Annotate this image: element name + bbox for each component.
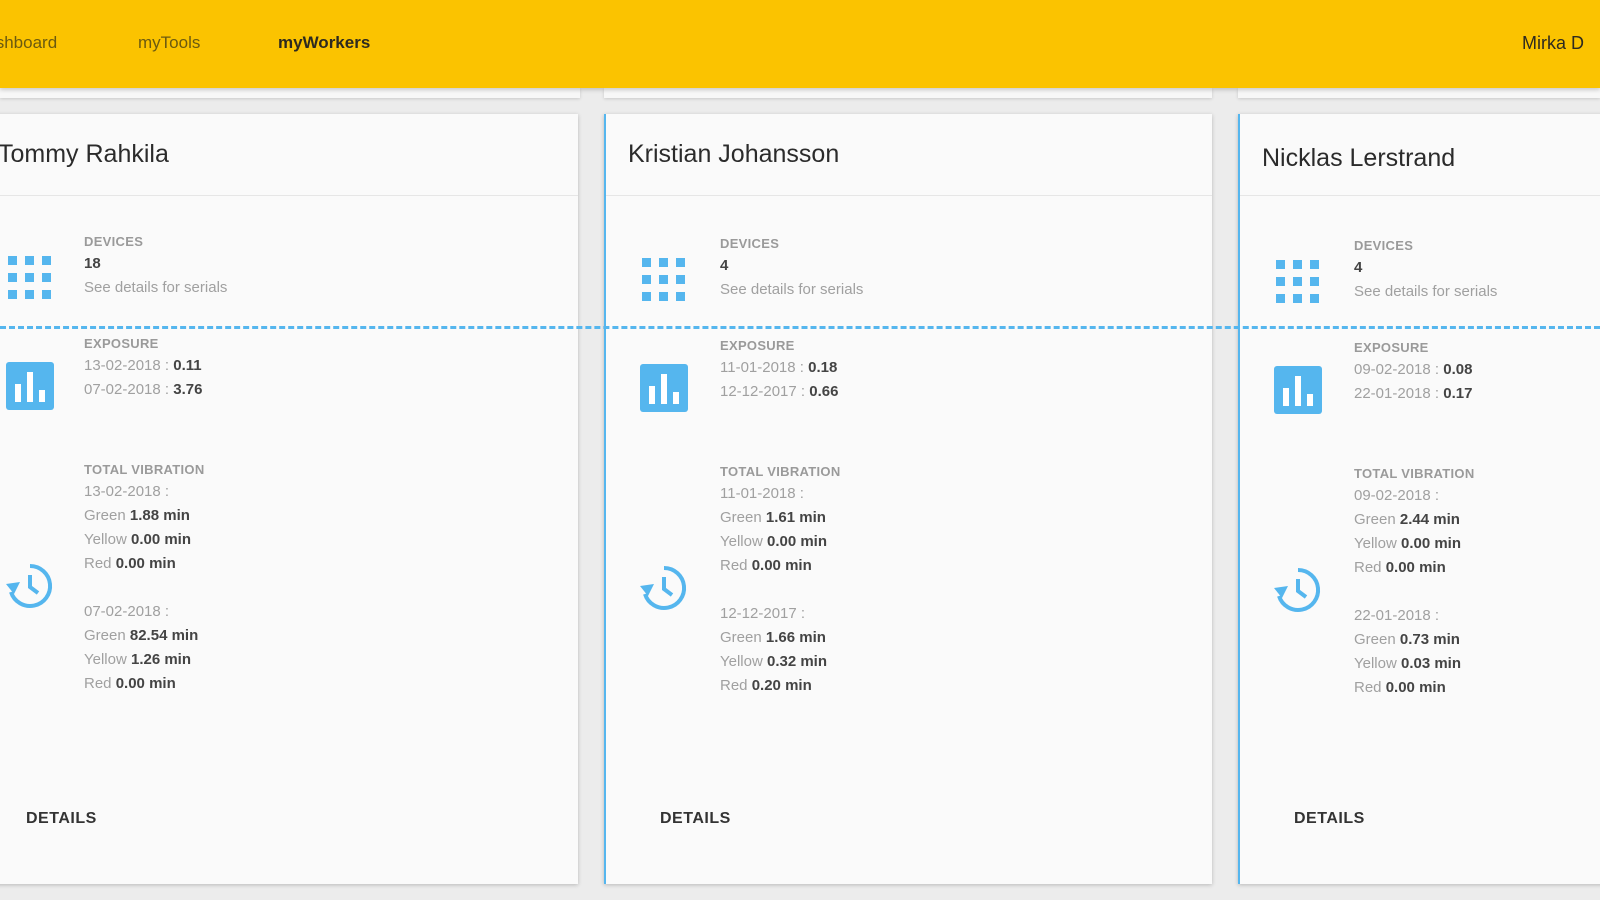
vibration-red: Red 0.00 min <box>84 675 176 692</box>
bar-chart-icon <box>640 364 688 417</box>
vibration-yellow: Yellow 0.00 min <box>720 533 828 550</box>
vibration-date: 07-02-2018 : <box>84 603 170 620</box>
nav-item-dashboard[interactable]: Dashboard <box>0 33 57 53</box>
exposure-entry: 09-02-2018 : 0.08 <box>1354 361 1473 378</box>
vibration-green: Green 2.44 min <box>1354 511 1460 528</box>
nav-item-myworkers[interactable]: myWorkers <box>278 33 370 53</box>
exposure-label: EXPOSURE <box>84 336 159 351</box>
devices-count: 18 <box>84 255 101 272</box>
nav-item-mytools[interactable]: myTools <box>138 33 200 53</box>
card-peek <box>0 88 580 98</box>
vibration-red: Red 0.00 min <box>720 557 812 574</box>
devices-hint: See details for serials <box>1354 283 1498 300</box>
worker-card: Nicklas Lerstrand DEVICES 4 See details … <box>1238 114 1600 884</box>
exposure-label: EXPOSURE <box>720 338 795 353</box>
history-icon <box>4 560 56 617</box>
user-menu[interactable]: Mirka D <box>1522 33 1584 54</box>
grid-icon <box>1274 258 1322 311</box>
vibration-red: Red 0.20 min <box>720 677 812 694</box>
vibration-green: Green 0.73 min <box>1354 631 1460 648</box>
dashed-guide-line <box>0 326 1600 329</box>
exposure-entry: 22-01-2018 : 0.17 <box>1354 385 1473 402</box>
devices-count: 4 <box>720 257 729 274</box>
devices-label: DEVICES <box>84 234 144 249</box>
worker-card: Tommy Rahkila DEVICES 18 See details for… <box>0 114 578 884</box>
card-peek <box>1238 88 1600 98</box>
devices-hint: See details for serials <box>720 281 864 298</box>
vibration-red: Red 0.00 min <box>1354 679 1446 696</box>
vibration-green: Green 1.88 min <box>84 507 190 524</box>
worker-card: Kristian Johansson DEVICES 4 See details… <box>604 114 1212 884</box>
vibration-red: Red 0.00 min <box>84 555 176 572</box>
vibration-label: TOTAL VIBRATION <box>720 464 841 479</box>
exposure-entry: 11-01-2018 : 0.18 <box>720 359 838 376</box>
history-icon <box>1272 564 1324 621</box>
vibration-green: Green 1.61 min <box>720 509 826 526</box>
details-button[interactable]: DETAILS <box>660 810 731 828</box>
card-header: Kristian Johansson <box>606 114 1212 196</box>
vibration-date: 12-12-2017 : <box>720 605 806 622</box>
exposure-entry: 07-02-2018 : 3.76 <box>84 381 203 398</box>
exposure-entry: 13-02-2018 : 0.11 <box>84 357 202 374</box>
devices-label: DEVICES <box>1354 238 1414 253</box>
vibration-date: 11-01-2018 : <box>720 485 804 502</box>
vibration-date: 13-02-2018 : <box>84 483 170 500</box>
bar-chart-icon <box>1274 366 1322 419</box>
vibration-green: Green 82.54 min <box>84 627 199 644</box>
vibration-red: Red 0.00 min <box>1354 559 1446 576</box>
vibration-yellow: Yellow 1.26 min <box>84 651 192 668</box>
worker-name: Tommy Rahkila <box>0 140 169 168</box>
grid-icon <box>640 256 688 309</box>
vibration-yellow: Yellow 0.32 min <box>720 653 828 670</box>
card-peek <box>604 88 1212 98</box>
card-header: Tommy Rahkila <box>0 114 578 196</box>
vibration-label: TOTAL VIBRATION <box>84 462 205 477</box>
vibration-label: TOTAL VIBRATION <box>1354 466 1475 481</box>
bar-chart-icon <box>6 362 54 415</box>
devices-label: DEVICES <box>720 236 780 251</box>
exposure-label: EXPOSURE <box>1354 340 1429 355</box>
vibration-date: 09-02-2018 : <box>1354 487 1440 504</box>
history-icon <box>638 562 690 619</box>
worker-name: Kristian Johansson <box>628 140 840 168</box>
worker-name: Nicklas Lerstrand <box>1262 144 1456 172</box>
top-navigation-bar: Dashboard myTools myWorkers Mirka D <box>0 0 1600 88</box>
details-button[interactable]: DETAILS <box>1294 810 1365 828</box>
vibration-yellow: Yellow 0.00 min <box>1354 535 1462 552</box>
vibration-yellow: Yellow 0.00 min <box>84 531 192 548</box>
card-header: Nicklas Lerstrand <box>1240 114 1600 196</box>
devices-count: 4 <box>1354 259 1363 276</box>
details-button[interactable]: DETAILS <box>26 810 97 828</box>
exposure-entry: 12-12-2017 : 0.66 <box>720 383 839 400</box>
vibration-yellow: Yellow 0.03 min <box>1354 655 1462 672</box>
vibration-green: Green 1.66 min <box>720 629 826 646</box>
vibration-date: 22-01-2018 : <box>1354 607 1440 624</box>
grid-icon <box>6 254 54 307</box>
devices-hint: See details for serials <box>84 279 228 296</box>
